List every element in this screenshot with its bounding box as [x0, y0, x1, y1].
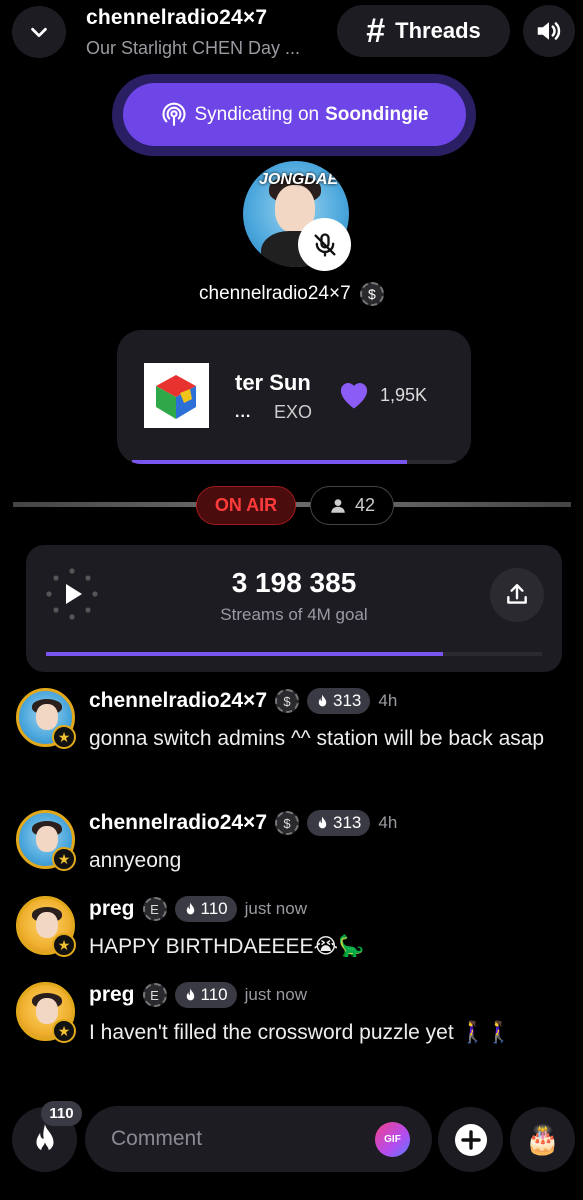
heart-icon[interactable] [336, 378, 372, 410]
fire-score-badge: 110 [174, 896, 237, 922]
user-badge-icon: E [142, 983, 167, 1007]
add-button[interactable] [438, 1107, 503, 1172]
message-text: I haven't filled the crossword puzzle ye… [89, 1021, 512, 1044]
message-text: HAPPY BIRTHDAEEEE😭🦕 [89, 935, 365, 958]
message-text: gonna switch admins ^^ station will be b… [89, 727, 545, 750]
back-button[interactable] [12, 6, 66, 58]
star-icon: ★ [52, 1019, 76, 1043]
song-progress-fill [132, 460, 408, 464]
message-header: preg E 110 just now [89, 982, 307, 1008]
host-name-row: chennelradio24×7 $ [0, 282, 583, 306]
message-header: chennelradio24×7 $313 4h [89, 810, 397, 836]
message-header: preg E 110 just now [89, 896, 307, 922]
message-username[interactable]: preg [89, 897, 135, 921]
stream-progress-fill [46, 652, 443, 656]
user-badge-icon: E [142, 897, 167, 921]
fire-count-badge: 110 [41, 1101, 82, 1126]
song-title: ter Sun [235, 370, 311, 395]
message-time: just now [244, 899, 307, 918]
star-icon: ★ [52, 847, 76, 871]
fire-icon [318, 816, 327, 828]
hash-icon: # [366, 12, 386, 50]
fire-icon [318, 694, 327, 706]
listeners-button[interactable]: 42 [310, 486, 394, 525]
listeners-count: 42 [354, 495, 376, 515]
stream-count: 3 198 385 [231, 567, 357, 598]
message-time: 4h [378, 691, 398, 710]
fire-score-badge: 110 [174, 982, 237, 1008]
syndicate-button[interactable]: Syndicating on Soondingie [123, 83, 466, 146]
chevron-down-icon [31, 27, 47, 38]
threads-button[interactable]: # Threads [337, 5, 510, 57]
avatar-face [36, 998, 58, 1024]
fire-score-badge: 313 [307, 810, 371, 836]
message-time: just now [244, 985, 307, 1004]
birthday-cake-button[interactable]: 🎂 [510, 1107, 575, 1172]
message-username[interactable]: chennelradio24×7 [89, 811, 267, 835]
mic-off-icon [314, 232, 335, 257]
message-username[interactable]: preg [89, 983, 135, 1007]
message-header: chennelradio24×7 $313 4h [89, 688, 397, 714]
stream-goal-label: Streams of 4M goal [220, 605, 368, 624]
song-artist: EXO [274, 402, 313, 422]
avatar-face [36, 826, 58, 852]
syndicate-brand: Soondingie [325, 103, 429, 125]
syndicate-prefix: Syndicating on [194, 103, 320, 125]
fire-icon [36, 1123, 53, 1153]
fire-score: 110 [200, 985, 228, 1004]
song-progress-track [132, 460, 456, 464]
person-icon [331, 498, 345, 513]
host-name: chennelradio24×7 [199, 283, 351, 305]
message-username[interactable]: chennelradio24×7 [89, 689, 267, 713]
equalizer-icon: ... [235, 404, 252, 421]
fire-score: 313 [333, 691, 362, 710]
sound-button[interactable] [523, 5, 575, 57]
comment-box[interactable]: GIF [85, 1106, 432, 1172]
broadcast-icon [162, 102, 186, 126]
speaker-icon [537, 22, 561, 40]
message-text: annyeong [89, 849, 182, 872]
message-time: 4h [378, 813, 398, 832]
now-playing-card[interactable]: ter Sun ... EXO 1,95K [117, 330, 471, 464]
stream-goal-card: 3 198 385 Streams of 4M goal [26, 545, 562, 672]
share-button[interactable] [490, 568, 544, 622]
stream-progress-track [46, 652, 542, 656]
star-icon: ★ [52, 933, 76, 957]
fire-score: 313 [333, 813, 362, 832]
on-air-badge: ON AIR [196, 486, 296, 525]
comment-input[interactable] [111, 1124, 371, 1154]
avatar-text: JONGDAE [259, 171, 339, 188]
station-title: chennelradio24×7 [86, 6, 268, 29]
chat-message: ★ preg E 110 just now I haven't filled the cr… [16, 982, 576, 1068]
like-count: 1,95K [380, 385, 428, 405]
dollar-badge-icon: $ [359, 282, 384, 306]
fire-icon [186, 988, 194, 1000]
chat-message: ★ chennelradio24×7 $313 4h gonna switch admi… [16, 688, 576, 774]
threads-label: Threads [395, 18, 481, 43]
plus-icon [454, 1123, 487, 1156]
fire-score-badge: 313 [307, 688, 371, 714]
chat-message: ★ preg E 110 just now HAPPY BIRTHDAEEEE😭🦕 [16, 896, 576, 982]
star-icon: ★ [52, 725, 76, 749]
user-badge-icon: $ [275, 811, 299, 835]
mic-muted-badge [298, 218, 351, 271]
avatar-face [36, 704, 58, 730]
station-subtitle: Our Starlight CHEN Day ... [86, 38, 301, 58]
gif-button[interactable]: GIF [375, 1122, 410, 1157]
album-art [144, 363, 209, 428]
album-cube-icon [156, 375, 196, 419]
user-badge-icon: $ [275, 689, 299, 713]
avatar-face [36, 912, 58, 938]
fire-score: 110 [200, 899, 228, 918]
chat-message: ★ chennelradio24×7 $313 4h annyeong [16, 810, 576, 896]
fire-icon [186, 902, 194, 914]
upload-icon [507, 584, 527, 604]
